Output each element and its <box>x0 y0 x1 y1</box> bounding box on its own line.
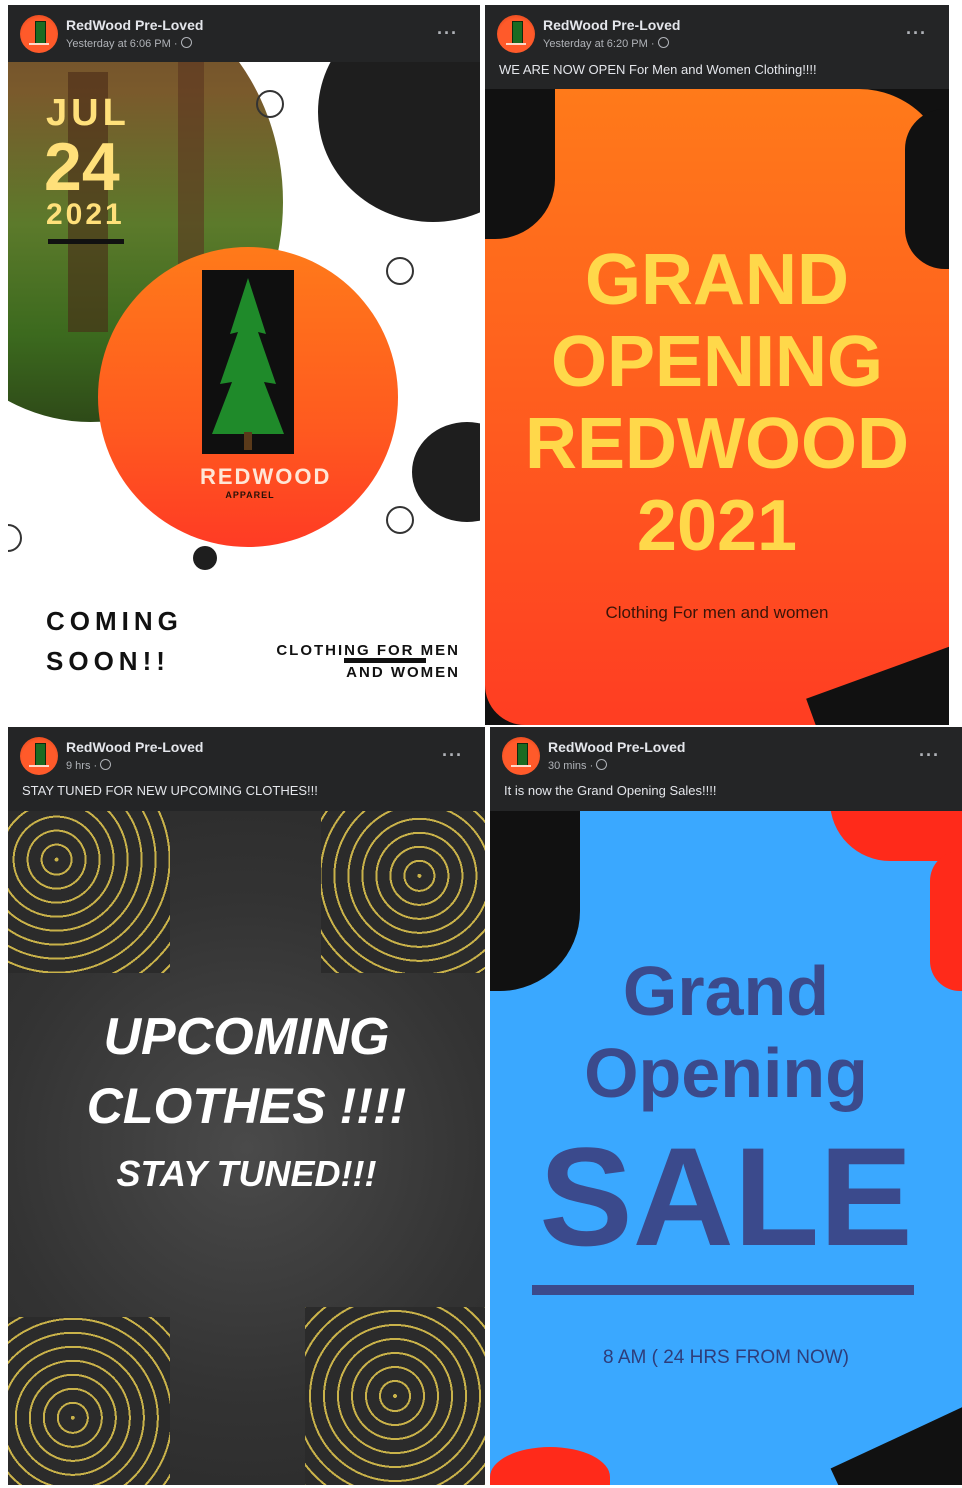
post-caption: It is now the Grand Opening Sales!!!! <box>504 783 717 798</box>
post-card: RedWood Pre-Loved 30 mins · ··· It is no… <box>490 727 962 1485</box>
post-image[interactable]: UPCOMING CLOTHES !!!! STAY TUNED!!! <box>8 811 485 1485</box>
floral-corner <box>321 811 485 973</box>
floral-corner <box>8 811 170 973</box>
globe-icon <box>180 37 192 48</box>
author-name[interactable]: RedWood Pre-Loved <box>543 17 680 33</box>
more-options-icon[interactable]: ··· <box>442 745 463 766</box>
grand-text: GRAND <box>585 240 849 320</box>
time-text[interactable]: Yesterday at 6:20 PM · <box>543 38 655 50</box>
time-text[interactable]: 30 mins · <box>548 760 593 772</box>
post-image[interactable]: JUL 24 2021 REDWOOD APPAREL COMING SOON!… <box>8 62 480 725</box>
black-dot <box>193 546 217 570</box>
author-name[interactable]: RedWood Pre-Loved <box>66 739 203 755</box>
date-day: 24 <box>44 129 120 205</box>
avatar[interactable] <box>502 737 540 775</box>
sale-underline <box>532 1285 914 1295</box>
post-time[interactable]: Yesterday at 6:20 PM · <box>543 37 669 50</box>
ring <box>386 257 414 285</box>
post-image[interactable]: GRAND OPENING REDWOOD 2021 Clothing For … <box>485 89 949 725</box>
author-name[interactable]: RedWood Pre-Loved <box>548 739 685 755</box>
more-options-icon[interactable]: ··· <box>437 23 458 44</box>
sale-text: SALE <box>539 1118 913 1275</box>
date-year: 2021 <box>46 198 125 231</box>
year-text: 2021 <box>636 486 798 566</box>
post-caption: WE ARE NOW OPEN For Men and Women Clothi… <box>499 62 817 77</box>
stay-tuned-text: STAY TUNED!!! <box>116 1153 377 1194</box>
grand-text: Grand <box>622 952 830 1030</box>
post-time[interactable]: Yesterday at 6:06 PM · <box>66 37 192 50</box>
post-card: RedWood Pre-Loved 9 hrs · ··· STAY TUNED… <box>8 727 485 1485</box>
clothing-bar <box>344 658 426 663</box>
redwood-text: REDWOOD <box>525 404 909 484</box>
more-options-icon[interactable]: ··· <box>906 23 927 44</box>
opening-text: Opening <box>584 1034 868 1112</box>
post-card: RedWood Pre-Loved Yesterday at 6:20 PM ·… <box>485 5 949 725</box>
author-name[interactable]: RedWood Pre-Loved <box>66 17 203 33</box>
post-header: RedWood Pre-Loved 30 mins · ··· <box>490 727 962 783</box>
post-image[interactable]: Grand Opening SALE 8 AM ( 24 HRS FROM NO… <box>490 811 962 1485</box>
clothing-line2: AND WOMEN <box>346 664 460 681</box>
post-header: RedWood Pre-Loved Yesterday at 6:06 PM ·… <box>8 5 480 61</box>
brand-name: REDWOOD <box>200 464 332 489</box>
globe-icon <box>100 759 112 770</box>
upcoming-text: UPCOMING <box>103 1008 390 1066</box>
more-options-icon[interactable]: ··· <box>919 745 940 766</box>
post-caption: STAY TUNED FOR NEW UPCOMING CLOTHES!!! <box>22 783 318 798</box>
coming-text: COMING <box>46 606 183 636</box>
ring <box>256 90 284 118</box>
black-shape <box>830 1400 962 1485</box>
clothing-line1: CLOTHING FOR MEN <box>276 642 460 659</box>
opening-text: OPENING <box>550 322 884 402</box>
brand-sub: APPAREL <box>225 490 275 500</box>
ring <box>386 506 414 534</box>
tree-logo <box>212 278 284 450</box>
time-text[interactable]: Yesterday at 6:06 PM · <box>66 38 178 50</box>
time-text[interactable]: 9 hrs · <box>66 760 97 772</box>
black-circle <box>318 62 480 222</box>
red-shape <box>830 811 962 861</box>
globe-icon <box>657 37 669 48</box>
post-card: RedWood Pre-Loved Yesterday at 6:06 PM ·… <box>8 5 480 725</box>
globe-icon <box>596 759 608 770</box>
date-underline <box>48 239 124 244</box>
subtitle-text: Clothing For men and women <box>605 603 829 622</box>
post-header: RedWood Pre-Loved 9 hrs · ··· <box>8 727 485 783</box>
post-time[interactable]: 30 mins · <box>548 759 608 772</box>
red-shape <box>490 1447 610 1485</box>
avatar[interactable] <box>20 737 58 775</box>
time-note: 8 AM ( 24 HRS FROM NOW) <box>603 1347 849 1368</box>
avatar[interactable] <box>20 15 58 53</box>
post-time[interactable]: 9 hrs · <box>66 759 112 772</box>
floral-corner <box>8 1317 170 1485</box>
clothes-text: CLOTHES !!!! <box>86 1078 407 1134</box>
floral-corner <box>305 1307 485 1485</box>
post-header: RedWood Pre-Loved Yesterday at 6:20 PM ·… <box>485 5 949 61</box>
black-circle <box>412 422 480 522</box>
soon-text: SOON!! <box>46 646 170 676</box>
avatar[interactable] <box>497 15 535 53</box>
ring <box>8 524 22 552</box>
